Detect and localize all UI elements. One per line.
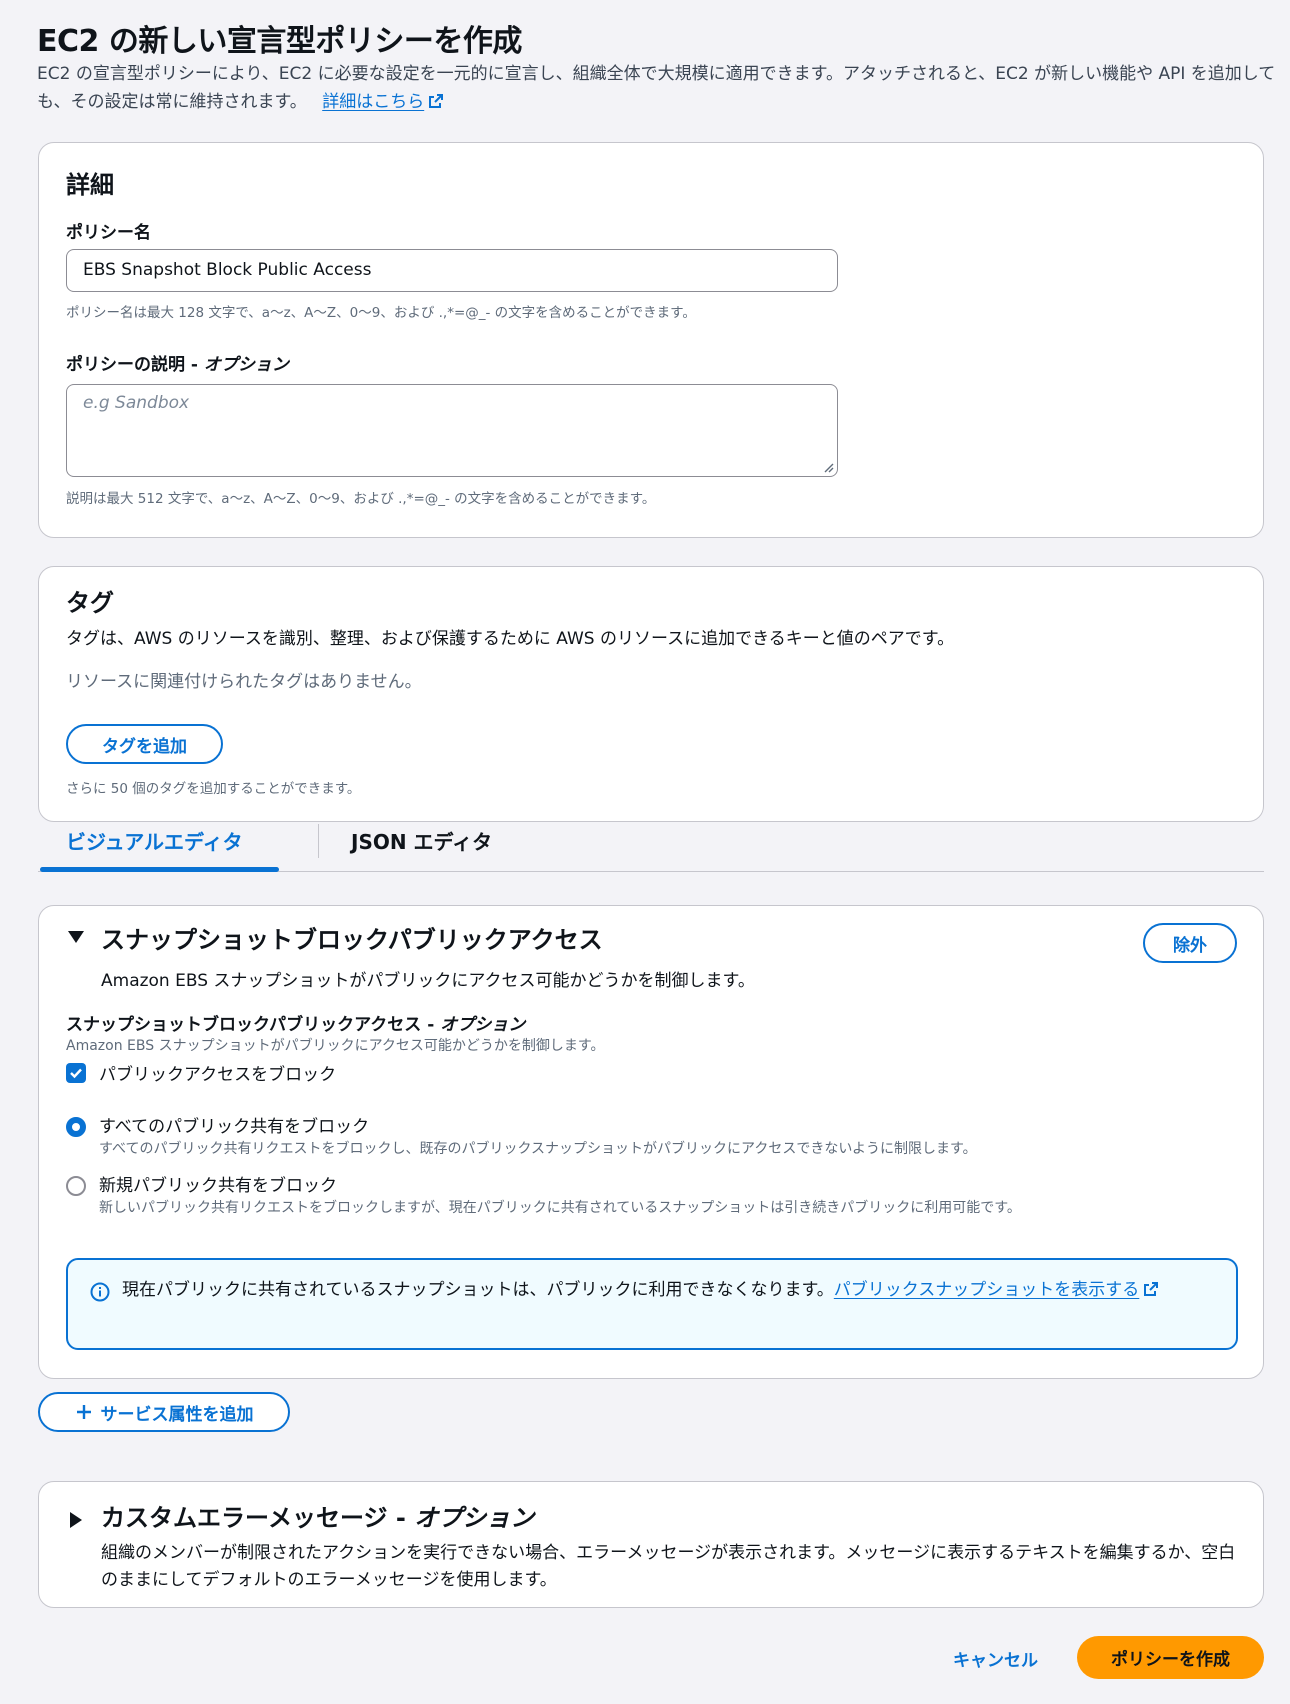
policy-description-placeholder: e.g Sandbox bbox=[83, 393, 190, 413]
tags-title: タグ bbox=[66, 589, 114, 617]
policy-description-label: ポリシーの説明 - オプション bbox=[66, 355, 289, 375]
external-link-icon bbox=[1144, 1282, 1159, 1296]
tags-card: タグ タグは、AWS のリソースを識別、整理、および保護するために AWS のリ… bbox=[38, 566, 1264, 822]
create-declarative-policy-page: EC2 の新しい宣言型ポリシーを作成 EC2 の宣言型ポリシーにより、EC2 に… bbox=[0, 0, 1290, 1704]
snapshot-field-label: スナップショットブロックパブリックアクセス - オプション bbox=[66, 1015, 526, 1035]
page-description: EC2 の宣言型ポリシーにより、EC2 に必要な設定を一元的に宣言し、組織全体で… bbox=[37, 60, 1277, 116]
caret-right-icon[interactable] bbox=[70, 1512, 82, 1528]
learn-more-link[interactable]: 詳細はこちら bbox=[322, 92, 444, 112]
add-service-attribute-button[interactable]: サービス属性を追加 bbox=[38, 1392, 290, 1432]
snapshot-field-description: Amazon EBS スナップショットがパブリックにアクセス可能かどうかを制御し… bbox=[66, 1038, 605, 1054]
tab-divider bbox=[318, 824, 319, 858]
tags-empty-text: リソースに関連付けられたタグはありません。 bbox=[66, 672, 422, 692]
page-title: EC2 の新しい宣言型ポリシーを作成 bbox=[37, 24, 522, 59]
cancel-button[interactable]: キャンセル bbox=[953, 1646, 1038, 1671]
external-link-icon bbox=[429, 94, 444, 108]
policy-description-hint: 説明は最大 512 文字で、a〜z、A〜Z、0〜9、および .,*=@_- の文… bbox=[66, 491, 656, 507]
view-public-snapshots-link[interactable]: パブリックスナップショットを表示する bbox=[834, 1280, 1160, 1300]
tab-visual-editor[interactable]: ビジュアルエディタ bbox=[66, 826, 243, 855]
caret-down-icon[interactable] bbox=[68, 931, 84, 943]
policy-name-hint: ポリシー名は最大 128 文字で、a〜z、A〜Z、0〜9、および .,*=@_-… bbox=[66, 305, 696, 321]
tab-json-editor[interactable]: JSON エディタ bbox=[351, 826, 492, 855]
info-icon bbox=[90, 1282, 110, 1302]
radio-block-all-sharing-label[interactable]: すべてのパブリック共有をブロック bbox=[99, 1112, 369, 1137]
details-card: 詳細 ポリシー名 EBS Snapshot Block Public Acces… bbox=[38, 142, 1264, 538]
editor-tabs: ビジュアルエディタ JSON エディタ bbox=[38, 812, 1264, 872]
custom-error-message-card: カスタムエラーメッセージ - オプション 組織のメンバーが制限されたアクションを… bbox=[38, 1481, 1264, 1608]
add-tag-button[interactable]: タグを追加 bbox=[66, 724, 223, 764]
tags-description: タグは、AWS のリソースを識別、整理、および保護するために AWS のリソース… bbox=[66, 629, 955, 649]
snapshot-block-public-access-card: スナップショットブロックパブリックアクセス 除外 Amazon EBS スナップ… bbox=[38, 905, 1264, 1379]
radio-block-new-sharing-label[interactable]: 新規パブリック共有をブロック bbox=[99, 1171, 337, 1196]
radio-block-new-sharing[interactable] bbox=[66, 1176, 86, 1196]
radio-block-new-sharing-description: 新しいパブリック共有リクエストをブロックしますが、現在パブリックに共有されている… bbox=[99, 1200, 1021, 1216]
tags-limit-hint: さらに 50 個のタグを追加することができます。 bbox=[66, 781, 361, 797]
checkmark-icon bbox=[70, 1068, 82, 1079]
policy-description-textarea[interactable]: e.g Sandbox bbox=[66, 384, 838, 477]
remove-section-button[interactable]: 除外 bbox=[1143, 923, 1237, 963]
info-alert-text: 現在パブリックに共有されているスナップショットは、パブリックに利用できなくなりま… bbox=[122, 1276, 1222, 1304]
policy-name-input[interactable]: EBS Snapshot Block Public Access bbox=[66, 249, 838, 292]
radio-block-all-sharing[interactable] bbox=[66, 1117, 86, 1137]
create-policy-button[interactable]: ポリシーを作成 bbox=[1077, 1636, 1264, 1679]
custom-error-title[interactable]: カスタムエラーメッセージ - オプション bbox=[101, 1498, 534, 1533]
active-tab-indicator bbox=[40, 867, 279, 872]
snapshot-section-description: Amazon EBS スナップショットがパブリックにアクセス可能かどうかを制御し… bbox=[101, 971, 755, 991]
policy-name-label: ポリシー名 bbox=[66, 223, 151, 243]
resize-grip-icon[interactable] bbox=[822, 461, 834, 473]
page-description-text: EC2 の宣言型ポリシーにより、EC2 に必要な設定を一元的に宣言し、組織全体で… bbox=[37, 64, 1276, 112]
plus-icon bbox=[76, 1405, 91, 1419]
block-public-access-label[interactable]: パブリックアクセスをブロック bbox=[99, 1060, 336, 1085]
info-alert: 現在パブリックに共有されているスナップショットは、パブリックに利用できなくなりま… bbox=[66, 1258, 1238, 1350]
block-public-access-checkbox[interactable] bbox=[66, 1063, 86, 1083]
custom-error-description: 組織のメンバーが制限されたアクションを実行できない場合、エラーメッセージが表示さ… bbox=[101, 1543, 1236, 1590]
details-title: 詳細 bbox=[66, 171, 114, 199]
snapshot-section-title[interactable]: スナップショットブロックパブリックアクセス bbox=[101, 920, 603, 955]
radio-block-all-sharing-description: すべてのパブリック共有リクエストをブロックし、既存のパブリックスナップショットが… bbox=[99, 1141, 977, 1157]
